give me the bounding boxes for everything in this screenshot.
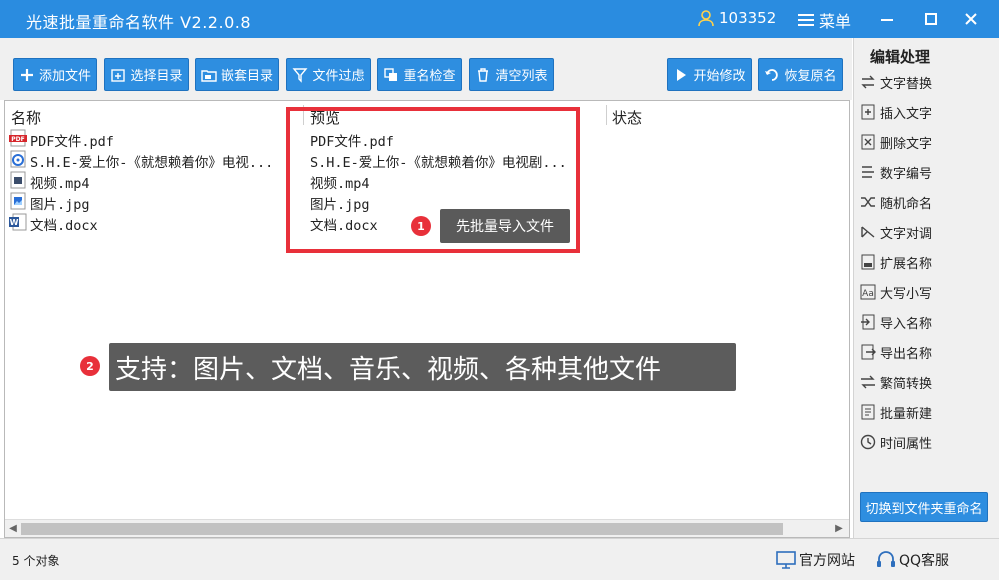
video-icon — [10, 171, 26, 189]
switch-folder-rename-button[interactable]: 切换到文件夹重命名 — [860, 492, 988, 522]
monitor-icon — [776, 551, 796, 569]
object-count: 5 个对象 — [12, 554, 60, 568]
export-icon — [861, 344, 876, 360]
image-icon — [10, 192, 26, 210]
side-item-batch-new[interactable]: 批量新建 — [860, 399, 992, 425]
audio-icon — [10, 150, 26, 168]
start-modify-button[interactable]: 开始修改 — [667, 58, 752, 91]
column-separator[interactable] — [606, 105, 607, 125]
step-badge-2: 2 — [80, 356, 100, 376]
side-panel-title: 编辑处理 — [870, 48, 931, 66]
column-header-name[interactable]: 名称 — [11, 107, 41, 128]
svg-text:W: W — [10, 218, 19, 227]
side-panel: 编辑处理 文字替换 插入文字 删除文字 数字编号 随机命名 文字对调 扩展名称 … — [853, 38, 999, 538]
app-title: 光速批量重命名软件 V2.2.0.8 — [26, 13, 252, 32]
side-item-export-name[interactable]: 导出名称 — [860, 339, 992, 365]
undo-icon — [765, 68, 779, 81]
menu-label: 菜单 — [819, 12, 852, 31]
scroll-right-icon[interactable]: ▶ — [833, 523, 845, 535]
insert-icon — [861, 104, 875, 120]
side-item-case[interactable]: Aa 大写小写 — [860, 279, 992, 305]
trash-icon — [478, 67, 489, 82]
side-item-time-attr[interactable]: 时间属性 — [860, 429, 992, 455]
nested-folder-icon — [201, 69, 217, 82]
toolbar: 添加文件 选择目录 嵌套目录 文件过虑 重名检查 清空列表 开始修改 恢复原名 — [0, 38, 852, 100]
status-bar: 5 个对象 官方网站 QQ客服 — [0, 538, 999, 580]
svg-text:PDF: PDF — [11, 136, 24, 143]
pdf-icon: PDF — [9, 129, 27, 147]
side-item-convert[interactable]: 繁简转换 — [860, 369, 992, 395]
side-item-extension[interactable]: 扩展名称 — [860, 249, 992, 275]
side-item-random-name[interactable]: 随机命名 — [860, 189, 992, 215]
plus-icon — [20, 68, 33, 81]
side-item-swap-text[interactable]: 文字对调 — [860, 219, 992, 245]
nested-dir-button[interactable]: 嵌套目录 — [195, 58, 279, 91]
add-files-button[interactable]: 添加文件 — [13, 58, 97, 91]
minimize-icon — [881, 19, 893, 21]
scroll-left-icon[interactable]: ◀ — [7, 523, 19, 535]
website-link[interactable]: 官方网站 — [776, 550, 855, 570]
play-icon — [677, 68, 687, 81]
swap-icon — [861, 226, 875, 238]
side-item-number[interactable]: 数字编号 — [860, 159, 992, 185]
filter-icon — [292, 67, 308, 83]
qq-support-link[interactable]: QQ客服 — [876, 550, 949, 570]
word-icon: W — [9, 213, 27, 231]
menu-button[interactable]: 菜单 — [797, 8, 851, 32]
scrollbar-thumb[interactable] — [21, 523, 783, 535]
hamburger-icon — [798, 14, 814, 26]
minimize-button[interactable] — [874, 6, 900, 32]
convert-icon — [861, 375, 875, 389]
user-id: 103352 — [719, 9, 777, 27]
side-item-insert-text[interactable]: 插入文字 — [860, 99, 992, 125]
extension-icon — [861, 254, 875, 270]
title-bar: 光速批量重命名软件 V2.2.0.8 103352 菜单 — [0, 0, 999, 38]
numbering-icon — [862, 166, 874, 178]
import-icon — [861, 314, 875, 330]
clock-icon — [860, 434, 876, 450]
select-dir-button[interactable]: 选择目录 — [104, 58, 189, 91]
side-item-delete-text[interactable]: 删除文字 — [860, 129, 992, 155]
maximize-icon — [925, 13, 937, 25]
column-header-status[interactable]: 状态 — [612, 107, 642, 128]
close-icon — [965, 13, 977, 25]
shuffle-icon — [861, 197, 875, 207]
restore-name-button[interactable]: 恢复原名 — [758, 58, 843, 91]
side-item-text-replace[interactable]: 文字替换 — [860, 69, 992, 95]
close-button[interactable] — [958, 6, 984, 32]
step2-tooltip: 支持：图片、文档、音乐、视频、各种其他文件 — [109, 343, 736, 391]
svg-text:Aa: Aa — [862, 289, 874, 299]
user-account[interactable]: 103352 — [697, 9, 776, 27]
step1-tooltip: 先批量导入文件 — [440, 209, 570, 243]
headset-icon — [877, 551, 895, 567]
clear-list-button[interactable]: 清空列表 — [469, 58, 554, 91]
step-badge-1: 1 — [411, 216, 431, 236]
delete-text-icon — [861, 134, 875, 150]
dup-check-button[interactable]: 重名检查 — [377, 58, 462, 91]
user-icon — [698, 10, 714, 27]
new-file-icon — [861, 404, 875, 420]
maximize-button[interactable] — [918, 6, 944, 32]
duplicate-icon — [384, 67, 398, 81]
side-item-import-name[interactable]: 导入名称 — [860, 309, 992, 335]
case-icon: Aa — [860, 284, 876, 300]
folder-add-icon — [111, 68, 126, 82]
file-filter-button[interactable]: 文件过虑 — [286, 58, 371, 91]
horizontal-scrollbar[interactable]: ◀ ▶ — [5, 519, 849, 537]
replace-icon — [861, 75, 875, 89]
